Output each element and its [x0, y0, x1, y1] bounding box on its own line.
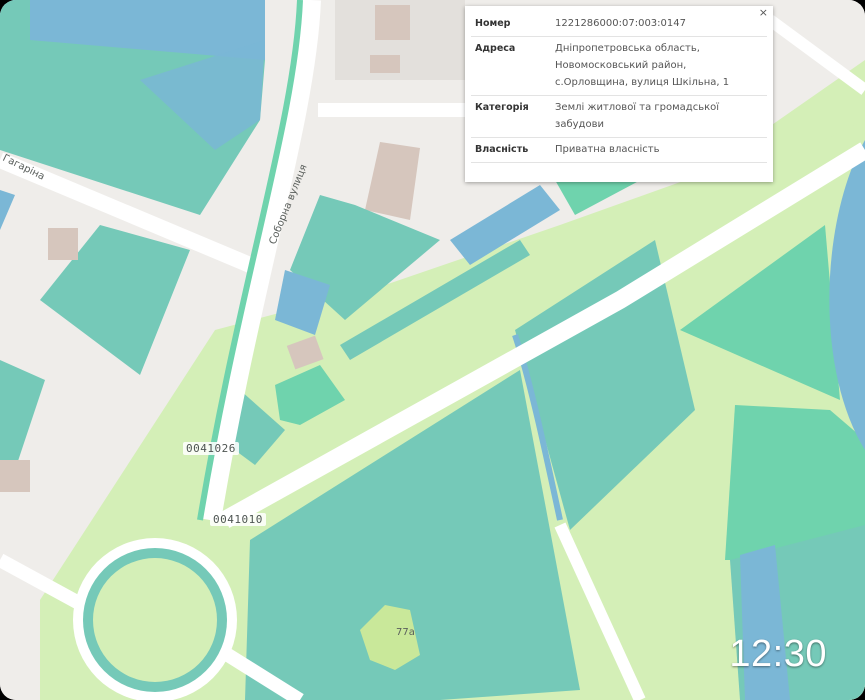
- info-value-line: 1221286000:07:003:0147: [555, 18, 686, 29]
- roundabout-center: [93, 558, 217, 682]
- building-left: [48, 228, 78, 260]
- parcel-info-table: Номер 1221286000:07:003:0147 Адреса Дніп…: [471, 12, 767, 163]
- info-value-line: Приватна власність: [555, 144, 660, 155]
- building-far-left: [0, 460, 30, 492]
- clock-overlay: 12:30: [729, 633, 827, 675]
- info-key: Адреса: [471, 36, 551, 96]
- map-viewport[interactable]: Гагаріна Соборна вулиця 77а 0041026 0041…: [0, 0, 865, 700]
- building-small-1: [375, 5, 410, 40]
- info-row-address: Адреса Дніпропетровська область, Новомос…: [471, 36, 767, 96]
- info-value-line: с.Орловщина, вулиця Шкільна, 1: [555, 77, 730, 88]
- info-row-ownership: Власність Приватна власність: [471, 137, 767, 163]
- info-key: Номер: [471, 12, 551, 37]
- parcel-info-popup: × Номер 1221286000:07:003:0147 Адреса Дн…: [465, 6, 773, 182]
- building-number-label: 77а: [396, 627, 415, 638]
- info-value-line: забудови: [555, 119, 604, 130]
- info-row-category: Категорія Землі житлової та громадської …: [471, 95, 767, 138]
- info-key: Власність: [471, 137, 551, 163]
- building-small-2: [370, 55, 400, 73]
- info-value-line: Новомосковський район,: [555, 60, 687, 71]
- info-value-line: Землі житлової та громадської: [555, 102, 720, 113]
- info-value-line: Дніпропетровська область,: [555, 43, 700, 54]
- info-value: Дніпропетровська область, Новомосковськи…: [551, 36, 767, 96]
- parcel-code-label-a[interactable]: 0041026: [183, 442, 239, 455]
- parcel-code-label-b[interactable]: 0041010: [210, 513, 266, 526]
- info-key: Категорія: [471, 95, 551, 138]
- info-value: Приватна власність: [551, 137, 767, 163]
- info-row-number: Номер 1221286000:07:003:0147: [471, 12, 767, 37]
- info-value: 1221286000:07:003:0147: [551, 12, 767, 37]
- info-value: Землі житлової та громадської забудови: [551, 95, 767, 138]
